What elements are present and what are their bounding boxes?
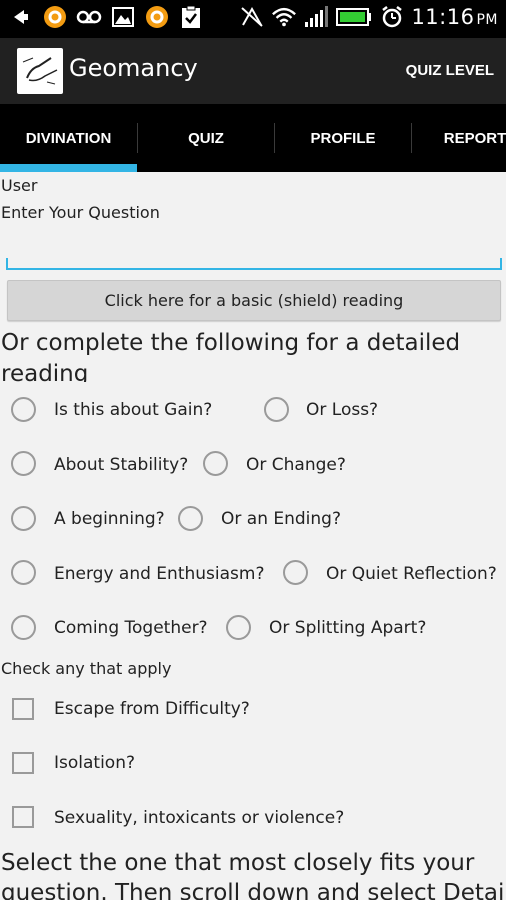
nfc-off-icon: [239, 4, 265, 30]
checkbox-isolation[interactable]: [12, 752, 34, 774]
tab-bar: DIVINATION QUIZ PROFILE REPORTS: [0, 104, 506, 172]
system-icons: 11:16 PM: [239, 4, 498, 30]
tab-reports[interactable]: REPORTS: [412, 104, 506, 172]
alarm-icon: [379, 4, 405, 30]
radio-reflection-label: Or Quiet Reflection?: [326, 564, 497, 584]
action-bar: Geomancy QUIZ LEVEL: [0, 38, 506, 104]
radio-gain[interactable]: [11, 397, 36, 422]
question-input[interactable]: [6, 258, 502, 270]
question-label: Enter Your Question: [1, 203, 160, 222]
checkbox-sexuality[interactable]: [12, 806, 34, 828]
select-line1: Select the one that most closely fits yo…: [1, 850, 475, 876]
radio-stability-label: About Stability?: [54, 455, 189, 475]
shield-reading-button[interactable]: Click here for a basic (shield) reading: [7, 280, 501, 321]
radio-beginning-label: A beginning?: [54, 509, 165, 529]
detailed-heading-line2: reading: [1, 361, 89, 382]
clipboard-check-icon: [178, 4, 204, 30]
checkbox-sexuality-label: Sexuality, intoxicants or violence?: [54, 808, 345, 828]
select-line2: question. Then scroll down and select De…: [1, 880, 506, 900]
radio-together[interactable]: [11, 615, 36, 640]
app-logo-icon[interactable]: [17, 48, 63, 94]
orange-app-icon: [42, 4, 68, 30]
radio-loss[interactable]: [264, 397, 289, 422]
radio-loss-label: Or Loss?: [306, 400, 379, 420]
radio-apart[interactable]: [226, 615, 251, 640]
radio-gain-label: Is this about Gain?: [54, 400, 213, 420]
radio-energy-label: Energy and Enthusiasm?: [54, 564, 265, 584]
radio-together-label: Coming Together?: [54, 618, 208, 638]
status-bar: 11:16 PM: [0, 0, 506, 38]
tab-divination[interactable]: DIVINATION: [0, 104, 137, 172]
radio-energy[interactable]: [11, 560, 36, 585]
clock-ampm: PM: [476, 12, 498, 28]
radio-stability[interactable]: [11, 451, 36, 476]
orange-app-icon: [144, 4, 170, 30]
user-label: User: [1, 176, 38, 195]
check-heading: Check any that apply: [1, 659, 172, 678]
tab-profile[interactable]: PROFILE: [275, 104, 411, 172]
radio-ending[interactable]: [178, 506, 203, 531]
wifi-icon: [271, 4, 297, 30]
app-title: Geomancy: [69, 54, 198, 82]
gallery-icon: [110, 4, 136, 30]
detailed-heading-line1: Or complete the following for a detailed: [1, 330, 461, 356]
detailed-heading: Or complete the following for a detailed…: [0, 328, 506, 382]
radio-change[interactable]: [203, 451, 228, 476]
select-instructions: Select the one that most closely fits yo…: [0, 847, 506, 900]
radio-ending-label: Or an Ending?: [221, 509, 341, 529]
checkbox-isolation-label: Isolation?: [54, 753, 135, 773]
selected-tab-indicator: [0, 164, 137, 172]
voicemail-icon: [76, 4, 102, 30]
radio-beginning[interactable]: [11, 506, 36, 531]
radio-apart-label: Or Splitting Apart?: [269, 618, 427, 638]
checkbox-escape-label: Escape from Difficulty?: [54, 699, 250, 719]
notification-icons: [8, 4, 204, 30]
clock: 11:16 PM: [411, 5, 498, 29]
radio-reflection[interactable]: [283, 560, 308, 585]
signal-icon: [303, 4, 329, 30]
battery-icon: [335, 4, 373, 30]
tab-quiz[interactable]: QUIZ: [138, 104, 274, 172]
radio-change-label: Or Change?: [246, 455, 346, 475]
checkbox-escape[interactable]: [12, 698, 34, 720]
tab-reports-clip: REPORTS: [412, 104, 506, 172]
quiz-level-button[interactable]: QUIZ LEVEL: [406, 62, 494, 79]
back-icon: [8, 4, 34, 30]
clock-time: 11:16: [411, 5, 475, 29]
